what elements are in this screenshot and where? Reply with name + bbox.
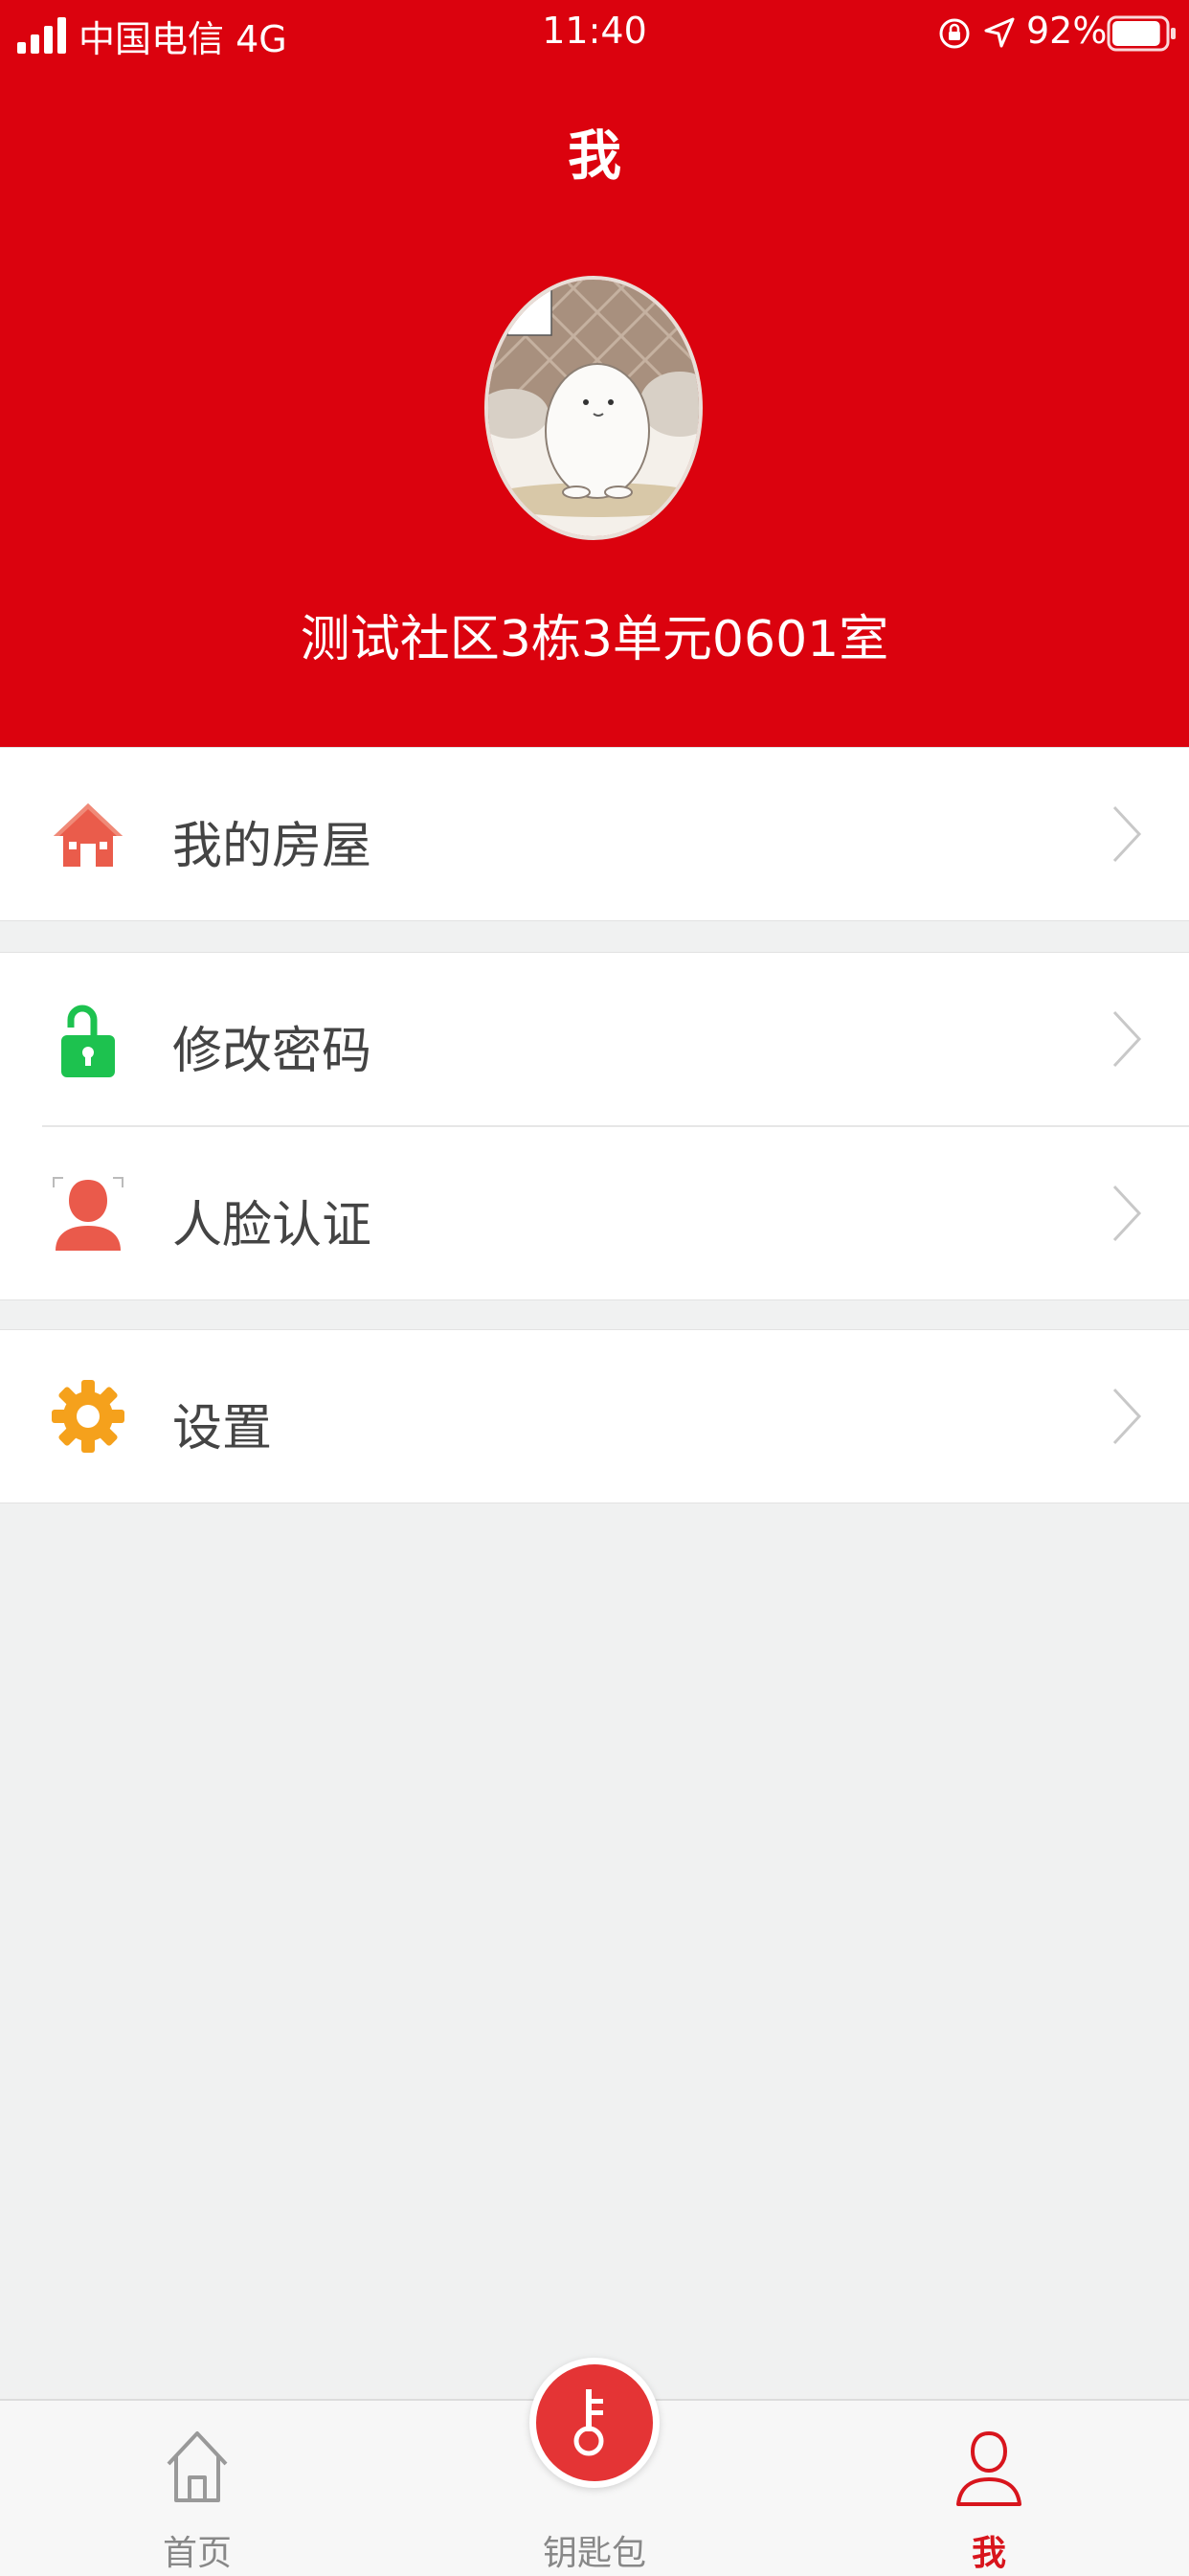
unlock-icon — [61, 1005, 115, 1077]
tab-me[interactable]: 我 — [845, 2401, 1133, 2576]
person-icon — [956, 2430, 1021, 2506]
my-house-label: 我的房屋 — [172, 818, 372, 875]
chevron-right-icon — [1112, 805, 1142, 863]
menu-group-house: 我的房屋 — [0, 747, 1189, 921]
menu-group-settings: 设置 — [0, 1329, 1189, 1503]
home-icon — [167, 2431, 228, 2502]
change-password-row[interactable]: 修改密码 — [0, 953, 1189, 1125]
address-label: 测试社区3栋3单元0601室 — [300, 611, 889, 668]
menu-group-account: 修改密码 人脸认证 — [0, 952, 1189, 1300]
tab-keys-label: 钥匙包 — [542, 2534, 646, 2573]
location-arrow-icon — [984, 17, 1015, 48]
tab-home-label: 首页 — [162, 2534, 232, 2573]
battery-percent: 92% — [1026, 10, 1108, 52]
chevron-right-icon — [1112, 1010, 1142, 1068]
chevron-right-icon — [1112, 1185, 1142, 1242]
tab-home[interactable]: 首页 — [54, 2401, 341, 2576]
profile-header: 中国电信 4G 11:40 92% 我 测试社区3栋3单元0601室 — [0, 0, 1189, 747]
face-auth-label: 人脸认证 — [172, 1197, 372, 1254]
face-auth-row[interactable]: 人脸认证 — [0, 1127, 1189, 1299]
avatar[interactable] — [484, 276, 703, 540]
key-icon — [573, 2389, 604, 2456]
settings-label: 设置 — [172, 1400, 273, 1457]
page-title: 我 — [568, 125, 621, 188]
settings-row[interactable]: 设置 — [0, 1330, 1189, 1503]
orientation-lock-icon — [939, 18, 970, 49]
tab-me-label: 我 — [971, 2534, 1006, 2573]
face-id-icon — [53, 1177, 123, 1251]
chevron-right-icon — [1112, 1388, 1142, 1445]
battery-icon — [1107, 15, 1176, 52]
key-wallet-button[interactable] — [529, 2358, 660, 2488]
my-house-row[interactable]: 我的房屋 — [0, 748, 1189, 920]
change-password-label: 修改密码 — [172, 1023, 372, 1080]
avatar-illustration — [488, 280, 699, 536]
gear-icon — [52, 1380, 124, 1453]
status-bar: 中国电信 4G 11:40 92% — [0, 0, 1189, 69]
house-icon — [54, 803, 123, 867]
